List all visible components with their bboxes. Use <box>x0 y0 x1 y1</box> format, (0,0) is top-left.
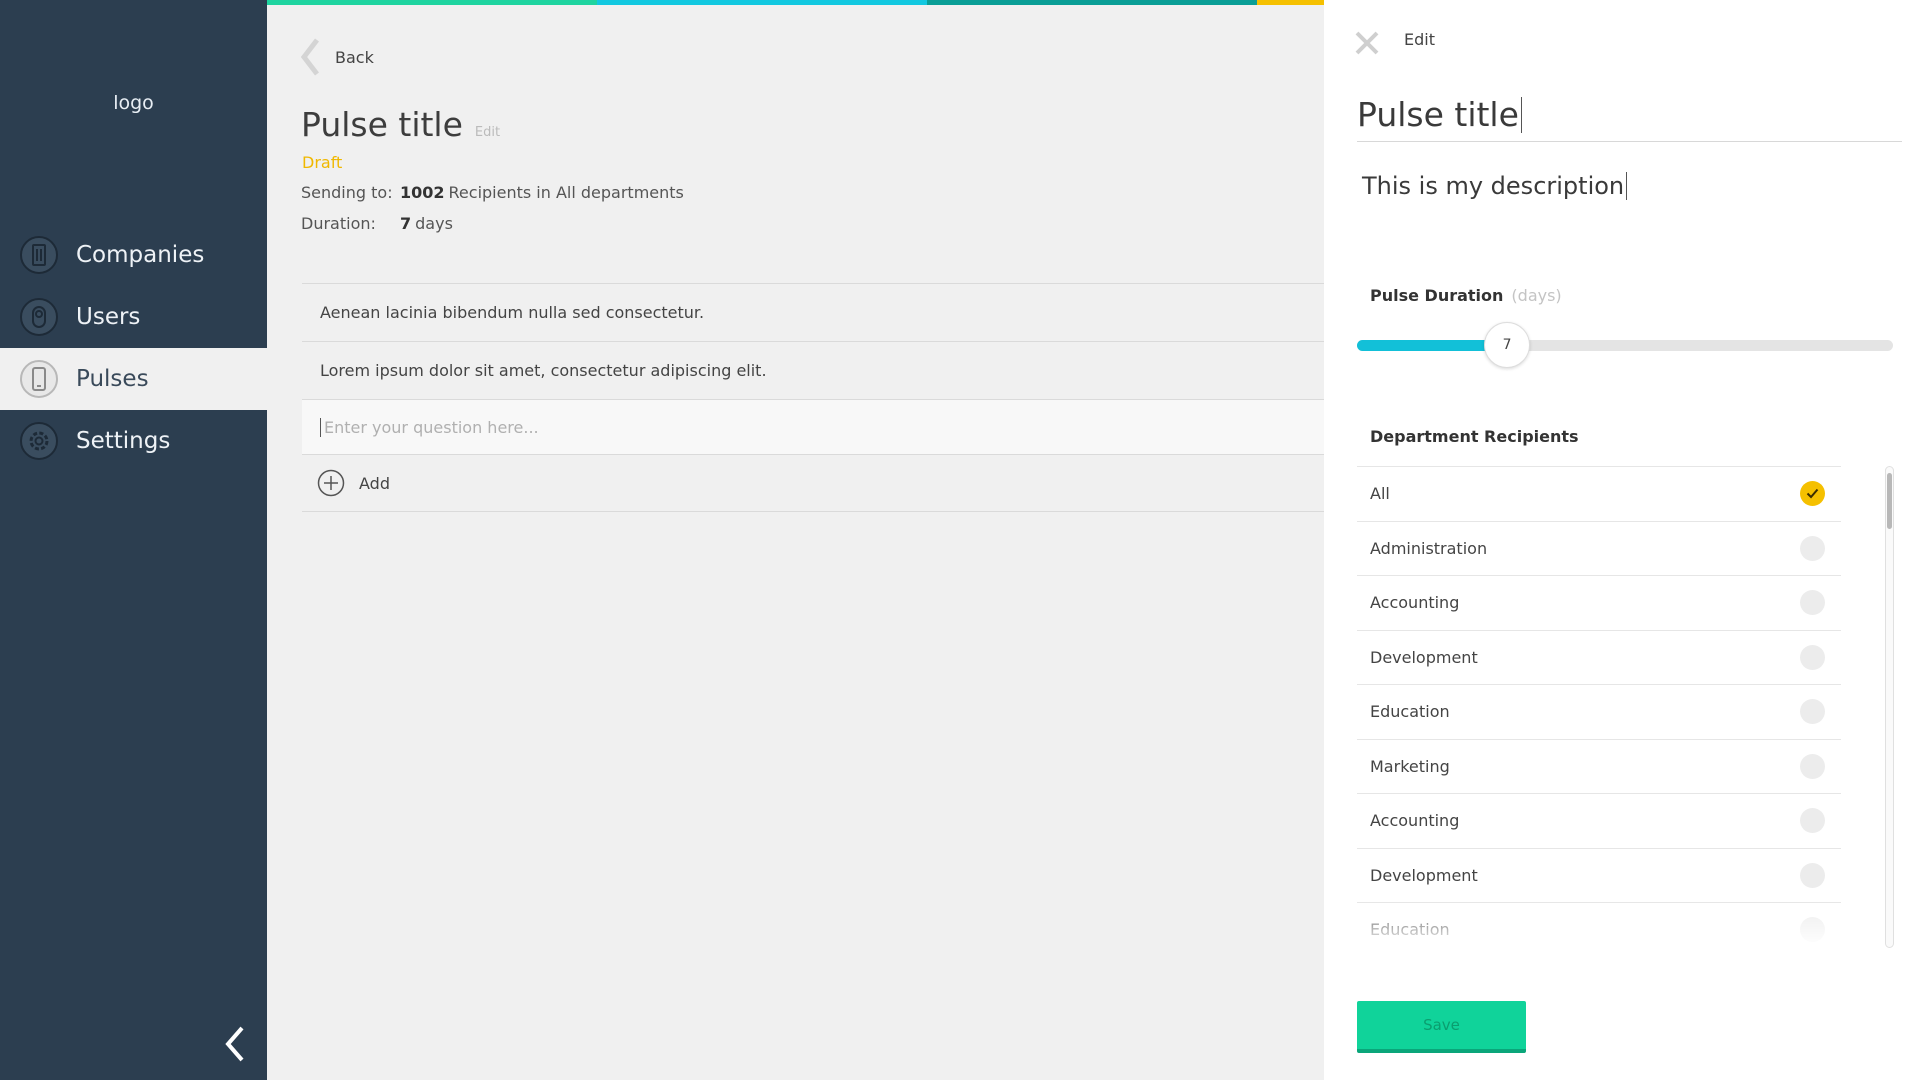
department-row[interactable]: Education <box>1357 902 1841 948</box>
radio-unchecked[interactable] <box>1800 699 1825 725</box>
duration-heading-label: Pulse Duration <box>1370 286 1504 305</box>
sidebar-item-pulses[interactable]: Pulses <box>0 348 267 410</box>
department-label: Development <box>1370 647 1478 667</box>
department-row[interactable]: Development <box>1357 629 1841 685</box>
edit-link[interactable]: Edit <box>475 125 500 140</box>
title-field[interactable]: Pulse title <box>1357 88 1902 142</box>
chevron-left-icon <box>225 1026 244 1062</box>
department-label: Administration <box>1370 538 1488 558</box>
department-label: Education <box>1370 920 1450 940</box>
new-question-row <box>302 399 1324 454</box>
department-row[interactable]: Accounting <box>1357 575 1841 630</box>
department-label: All <box>1370 484 1390 504</box>
sending-label: Sending to: <box>301 183 393 202</box>
radio-unchecked[interactable] <box>1800 535 1825 561</box>
department-row[interactable]: Accounting <box>1357 793 1841 848</box>
close-icon <box>1355 31 1379 55</box>
sidebar: logo Companies Users Pulses Settings <box>0 0 267 1080</box>
scrollbar-thumb[interactable] <box>1887 473 1892 529</box>
radio-unchecked[interactable] <box>1800 590 1825 616</box>
status-badge: Draft <box>302 153 343 172</box>
phone-icon <box>20 360 58 398</box>
sending-info: Sending to: 1002 Recipients in All depar… <box>301 183 684 202</box>
building-icon <box>20 236 58 274</box>
duration-value: 7 <box>400 214 412 233</box>
department-scrollbar[interactable] <box>1885 466 1894 948</box>
department-label: Marketing <box>1370 756 1450 776</box>
question-text: Aenean lacinia bibendum nulla sed consec… <box>320 303 705 322</box>
duration-unit: days <box>415 214 453 233</box>
page-header: Pulse title Edit <box>301 105 500 144</box>
sidebar-item-users[interactable]: Users <box>0 286 267 348</box>
department-row[interactable]: All <box>1357 466 1841 521</box>
back-label: Back <box>335 47 374 67</box>
question-row[interactable]: Lorem ipsum dolor sit amet, consectetur … <box>302 341 1324 399</box>
department-label: Development <box>1370 865 1478 885</box>
add-question-button[interactable]: Add <box>302 454 1324 512</box>
question-input[interactable] <box>320 417 1324 437</box>
sidebar-item-label: Users <box>76 304 141 330</box>
text-caret <box>1520 96 1522 133</box>
plus-circle-icon <box>317 469 345 497</box>
radio-unchecked[interactable] <box>1800 753 1825 779</box>
duration-slider[interactable]: 7 <box>1357 322 1893 368</box>
close-button[interactable] <box>1354 30 1380 56</box>
duration-info: Duration: 7 days <box>301 214 453 233</box>
radio-unchecked[interactable] <box>1800 917 1825 943</box>
user-icon <box>20 298 58 336</box>
sidebar-item-label: Pulses <box>76 366 149 392</box>
page-title: Pulse title <box>301 105 463 144</box>
radio-unchecked[interactable] <box>1800 862 1825 888</box>
collapse-sidebar-button[interactable] <box>220 1024 250 1064</box>
back-button[interactable]: Back <box>299 37 374 77</box>
department-label: Accounting <box>1370 811 1460 831</box>
text-caret <box>1626 172 1628 200</box>
department-list: All Administration Accounting Development Ed… <box>1357 466 1841 948</box>
add-label: Add <box>359 473 390 493</box>
save-button[interactable]: Save <box>1357 1001 1526 1053</box>
description-value: This is my description <box>1362 172 1625 200</box>
recipients-heading: Department Recipients <box>1370 427 1579 446</box>
description-field[interactable]: This is my description <box>1362 172 1628 200</box>
sidebar-item-companies[interactable]: Companies <box>0 224 267 286</box>
main-content: Back Pulse title Edit Draft Sending to: … <box>267 5 1324 1080</box>
radio-checked[interactable] <box>1800 481 1825 507</box>
sidebar-item-label: Settings <box>76 428 171 454</box>
department-label: Education <box>1370 702 1450 722</box>
department-row[interactable]: Development <box>1357 847 1841 903</box>
logo: logo <box>113 92 154 114</box>
department-label: Accounting <box>1370 593 1460 613</box>
question-text: Lorem ipsum dolor sit amet, consectetur … <box>320 361 767 380</box>
check-icon <box>1806 489 1819 499</box>
department-row[interactable]: Administration <box>1357 520 1841 576</box>
department-row[interactable]: Education <box>1357 684 1841 739</box>
recipient-count: 1002 <box>400 183 445 202</box>
department-row[interactable]: Marketing <box>1357 738 1841 794</box>
radio-unchecked[interactable] <box>1800 644 1825 670</box>
duration-heading: Pulse Duration (days) <box>1370 286 1562 305</box>
slider-thumb[interactable]: 7 <box>1484 322 1531 368</box>
question-row[interactable]: Aenean lacinia bibendum nulla sed consec… <box>302 283 1324 341</box>
recipient-text: Recipients in All departments <box>448 183 684 202</box>
duration-heading-unit: (days) <box>1511 286 1562 305</box>
sidebar-item-settings[interactable]: Settings <box>0 410 267 472</box>
chevron-left-icon <box>300 38 319 76</box>
question-list: Aenean lacinia bibendum nulla sed consec… <box>302 283 1324 512</box>
title-value: Pulse title <box>1357 95 1519 134</box>
edit-panel: Edit Pulse title This is my description … <box>1324 0 1920 1080</box>
panel-title: Edit <box>1404 30 1435 49</box>
radio-unchecked[interactable] <box>1800 808 1825 834</box>
duration-label: Duration: <box>301 214 376 233</box>
sidebar-item-label: Companies <box>76 242 205 268</box>
gear-icon <box>20 422 58 460</box>
sidebar-nav: Companies Users Pulses Settings <box>0 224 267 472</box>
